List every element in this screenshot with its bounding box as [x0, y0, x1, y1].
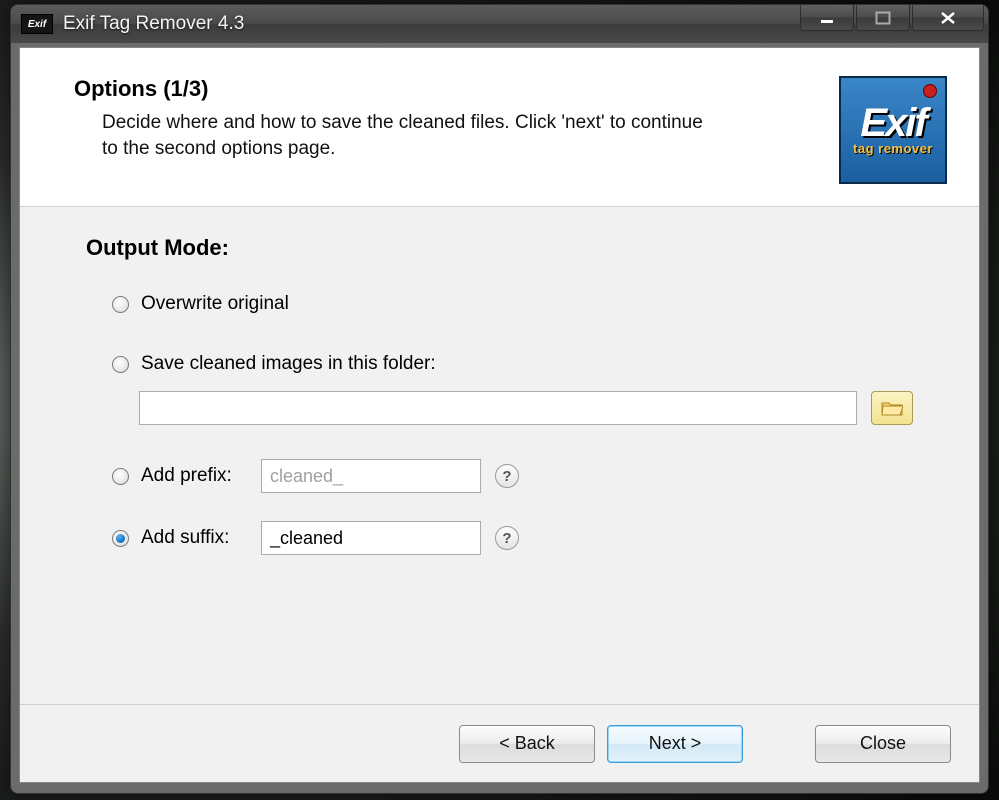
window-title: Exif Tag Remover 4.3 [63, 13, 800, 35]
brand-logo: Exif tag remover [839, 76, 947, 184]
question-icon: ? [502, 530, 511, 547]
wizard-footer: < Back Next > Close [20, 704, 979, 782]
wizard-frame: Options (1/3) Decide where and how to sa… [19, 47, 980, 783]
maximize-button[interactable] [856, 5, 910, 31]
folder-icon [881, 400, 903, 416]
app-icon: Exif [21, 14, 53, 34]
suffix-input[interactable] [261, 521, 481, 555]
minimize-button[interactable] [800, 5, 854, 31]
window-controls [800, 5, 984, 31]
option-save-folder[interactable]: Save cleaned images in this folder: [86, 349, 913, 379]
overwrite-label: Overwrite original [141, 293, 289, 315]
folder-row [86, 391, 913, 425]
radio-suffix[interactable] [112, 530, 129, 547]
output-mode-label: Output Mode: [86, 235, 913, 261]
back-button[interactable]: < Back [459, 725, 595, 763]
save-folder-label: Save cleaned images in this folder: [141, 353, 436, 375]
option-suffix[interactable]: Add suffix: ? [86, 521, 913, 555]
prefix-input[interactable] [261, 459, 481, 493]
question-icon: ? [502, 468, 511, 485]
radio-prefix[interactable] [112, 468, 129, 485]
suffix-label: Add suffix: [141, 527, 261, 549]
titlebar[interactable]: Exif Exif Tag Remover 4.3 [11, 5, 988, 43]
folder-path-input[interactable] [139, 391, 857, 425]
prefix-label: Add prefix: [141, 465, 261, 487]
next-button[interactable]: Next > [607, 725, 743, 763]
help-suffix-button[interactable]: ? [495, 526, 519, 550]
wizard-body: Output Mode: Overwrite original Save cle… [20, 207, 979, 603]
radio-save-folder[interactable] [112, 356, 129, 373]
logo-text-small: tag remover [853, 141, 933, 156]
wizard-header: Options (1/3) Decide where and how to sa… [20, 48, 979, 207]
close-window-button[interactable] [912, 5, 984, 31]
close-button[interactable]: Close [815, 725, 951, 763]
logo-text-big: Exif [860, 105, 925, 141]
option-prefix[interactable]: Add prefix: ? [86, 459, 913, 493]
browse-folder-button[interactable] [871, 391, 913, 425]
help-prefix-button[interactable]: ? [495, 464, 519, 488]
application-window: Exif Exif Tag Remover 4.3 Options (1/3) … [10, 4, 989, 794]
radio-overwrite[interactable] [112, 296, 129, 313]
option-overwrite[interactable]: Overwrite original [86, 289, 913, 319]
page-description: Decide where and how to save the cleaned… [74, 110, 714, 161]
logo-badge-icon [923, 84, 937, 98]
page-title: Options (1/3) [74, 76, 819, 102]
